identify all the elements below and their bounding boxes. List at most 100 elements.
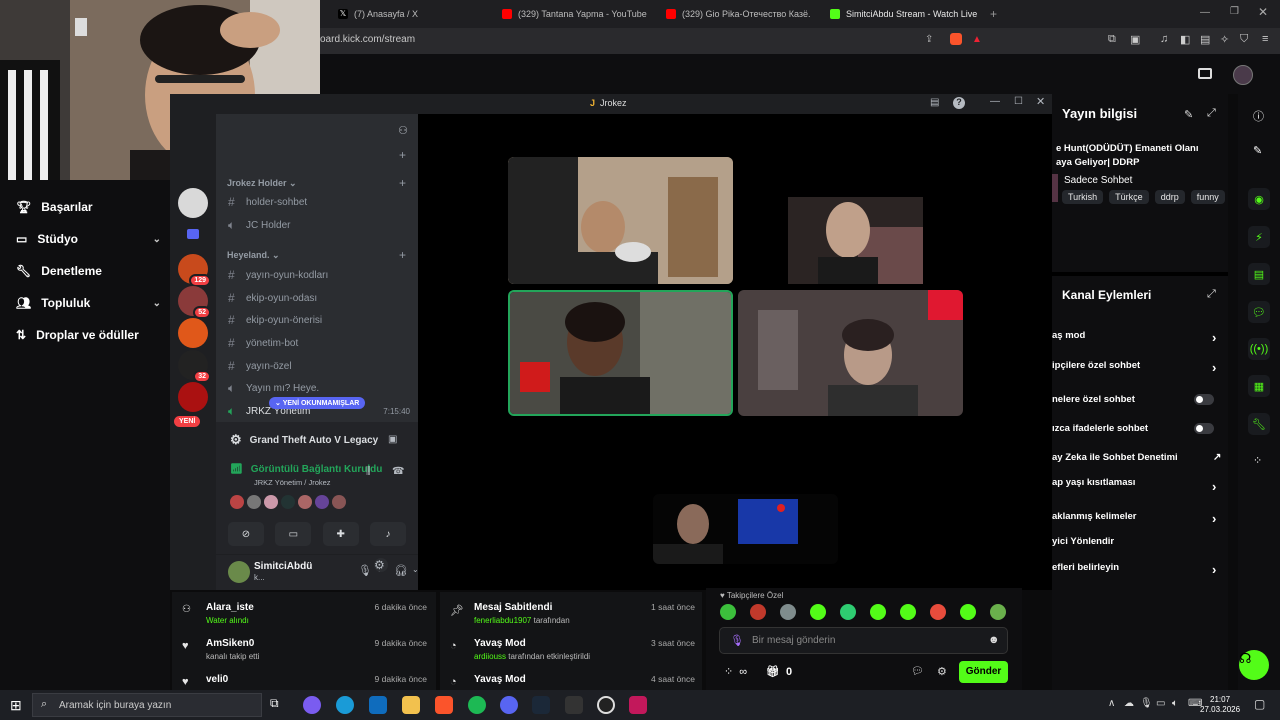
- emote-icon[interactable]: [960, 604, 976, 620]
- add-channel-icon[interactable]: +: [399, 176, 406, 190]
- settings-icon[interactable]: ⚙: [374, 558, 388, 572]
- spotify-icon[interactable]: [468, 696, 486, 714]
- mod-item[interactable]: ◔ Yavaş Mod 4 saat önce: [450, 674, 695, 688]
- nav-denetleme[interactable]: 🔧︎ Denetleme: [16, 264, 161, 278]
- volume-icon[interactable]: 🔈︎: [1172, 698, 1178, 709]
- add-channel-icon[interactable]: +: [399, 148, 406, 162]
- store-icon[interactable]: [369, 696, 387, 714]
- stream-game-icon[interactable]: ▣: [388, 434, 397, 445]
- action-slow-mode[interactable]: aş mod ›: [1052, 330, 1222, 345]
- steam-icon[interactable]: [532, 696, 550, 714]
- avatar[interactable]: [230, 495, 244, 509]
- emote-icon[interactable]: [780, 604, 796, 620]
- screen-share-icon[interactable]: ▭: [275, 522, 312, 546]
- headphones-icon[interactable]: 🎧︎: [394, 564, 408, 577]
- microphone-icon[interactable]: 🎙︎: [1140, 698, 1153, 709]
- nav-basarilar[interactable]: 🏆︎ Başarılar: [16, 200, 161, 214]
- toggle-switch[interactable]: [1194, 423, 1214, 434]
- help-icon[interactable]: ?: [953, 97, 965, 109]
- discord-icon[interactable]: [500, 696, 518, 714]
- taskbar-clock[interactable]: 21:07 27.03.2026: [1200, 695, 1240, 715]
- channel-yayin-oyun-kodlari[interactable]: # yayın-oyun-kodları: [228, 268, 328, 282]
- channel-yayin-ozel[interactable]: # yayın-özel: [228, 359, 292, 373]
- channel-points[interactable]: ⁘ ∞: [724, 665, 747, 679]
- ethernet-icon[interactable]: ▭: [1156, 698, 1165, 709]
- broadcast-icon[interactable]: ((•)): [1248, 338, 1270, 360]
- activities-icon[interactable]: ✚: [322, 522, 359, 546]
- server-icon-3[interactable]: [178, 318, 208, 348]
- stream-category[interactable]: Sadece Sohbet: [1064, 175, 1132, 186]
- avatar[interactable]: [332, 495, 346, 509]
- action-banned-words[interactable]: aklanmış kelimeler ›: [1052, 511, 1222, 526]
- apps-icon[interactable]: ⁘: [1253, 454, 1262, 467]
- tag[interactable]: ddrp: [1154, 190, 1185, 204]
- close-icon[interactable]: ✕: [1036, 95, 1045, 108]
- add-friend-icon[interactable]: ⚇: [398, 124, 408, 137]
- tray-overflow-icon[interactable]: ∧: [1108, 698, 1115, 709]
- edit-icon[interactable]: ✎: [1184, 108, 1193, 121]
- close-window-icon[interactable]: ✕: [1258, 5, 1268, 19]
- screenshot-icon[interactable]: ▣: [1130, 33, 1140, 46]
- server-icon-4[interactable]: 32: [178, 350, 211, 383]
- maximize-icon[interactable]: ☐: [1014, 96, 1023, 107]
- copilot-icon[interactable]: [303, 696, 321, 714]
- nav-topluluk[interactable]: 👥︎ Topluluk ⌄: [16, 296, 161, 310]
- send-button[interactable]: Gönder: [959, 661, 1008, 683]
- channel-ekip-oyun-odasi[interactable]: # ekip-oyun-odası: [228, 291, 317, 305]
- wallet-icon[interactable]: ▤: [1200, 33, 1210, 46]
- category-jrokez-holder[interactable]: Jrokez Holder ⌄: [227, 178, 297, 189]
- action-ai-moderation[interactable]: ay Zeka ile Sohbet Denetimi ↗: [1052, 452, 1222, 463]
- mod-item[interactable]: ◔ Yavaş Mod ardiiouss tarafından etkinleş…: [450, 638, 695, 661]
- nav-studyo[interactable]: ▭ Stüdyo ⌄: [16, 232, 161, 246]
- action-raid[interactable]: yici Yönlendir: [1052, 536, 1222, 547]
- activity-row[interactable]: ⚙︎ Grand Theft Auto V Legacy: [230, 432, 378, 448]
- chat-input[interactable]: 🎙︎ Bir mesaj gönderin ☻: [719, 627, 1008, 654]
- sidebar-toggle-icon[interactable]: ◧: [1180, 33, 1190, 46]
- popout-icon[interactable]: ⤢: [1207, 288, 1216, 301]
- profile-avatar[interactable]: [1233, 65, 1253, 85]
- noise-suppression-icon[interactable]: ⫼: [366, 466, 371, 477]
- action-set-goals[interactable]: efleri belirleyin ›: [1052, 562, 1222, 577]
- camera-icon[interactable]: ◉: [1248, 188, 1270, 210]
- windows-start-icon[interactable]: ⊞: [10, 697, 22, 714]
- info-icon[interactable]: ⓘ: [1253, 108, 1264, 124]
- video-tile-4[interactable]: [738, 290, 963, 416]
- emoji-icon[interactable]: ☻: [988, 634, 1000, 646]
- tag[interactable]: Turkish: [1062, 190, 1104, 204]
- inbox-icon[interactable]: ▤: [930, 97, 939, 108]
- soundboard-icon[interactable]: ♪: [369, 522, 406, 546]
- brave-rewards-icon[interactable]: ▲: [972, 34, 982, 45]
- file-explorer-icon[interactable]: [402, 696, 420, 714]
- feed-item[interactable]: ⚇ Alara_iste Water alındı 6 dakika önce: [182, 602, 427, 625]
- emote-icon[interactable]: [750, 604, 766, 620]
- minimize-window-icon[interactable]: —: [1200, 7, 1210, 18]
- chat-icon[interactable]: 💬︎: [1248, 301, 1270, 323]
- browser-tab-youtube-1[interactable]: (329) Tantana Yapma - YouTube: [502, 4, 652, 24]
- leo-ai-icon[interactable]: ✧: [1220, 33, 1229, 46]
- notification-icon[interactable]: ▢: [1254, 697, 1265, 711]
- url-field[interactable]: oard.kick.com/stream: [320, 34, 415, 45]
- channel-jc-holder[interactable]: 🔈︎ JC Holder: [228, 218, 290, 233]
- minimize-icon[interactable]: —: [990, 96, 1000, 107]
- feed-item[interactable]: ♥ veli0 9 dakika önce: [182, 674, 427, 688]
- app-icon[interactable]: [629, 696, 647, 714]
- server-icon-jrokez[interactable]: [178, 188, 208, 218]
- edit-icon[interactable]: ✎: [1253, 144, 1262, 157]
- document-icon[interactable]: ▤: [1248, 263, 1270, 285]
- network-icon[interactable]: ☁: [1124, 698, 1134, 709]
- studio-mode-icon[interactable]: [1198, 68, 1212, 79]
- emote-icon[interactable]: [900, 604, 916, 620]
- nav-droplar[interactable]: ⇅ Droplar ve ödüller: [16, 328, 161, 342]
- disconnect-icon[interactable]: ☎︎: [392, 466, 404, 477]
- action-emote-only-chat[interactable]: ızca ifadelerle sohbet: [1052, 423, 1222, 434]
- brave-icon[interactable]: [435, 696, 453, 714]
- server-icon-2[interactable]: 52: [178, 286, 211, 319]
- emote-icon[interactable]: [990, 604, 1006, 620]
- lightning-icon[interactable]: ⚡︎: [1248, 226, 1270, 248]
- vpn-icon[interactable]: ⛉: [1240, 33, 1248, 46]
- media-icon[interactable]: ♫: [1160, 33, 1168, 45]
- support-icon[interactable]: ☊: [1239, 650, 1269, 680]
- video-tile-5[interactable]: [653, 494, 838, 564]
- task-view-icon[interactable]: ⧉: [270, 696, 288, 714]
- new-unreads-pill[interactable]: ⌄ YENİ OKUNMAMIŞLAR: [269, 397, 366, 409]
